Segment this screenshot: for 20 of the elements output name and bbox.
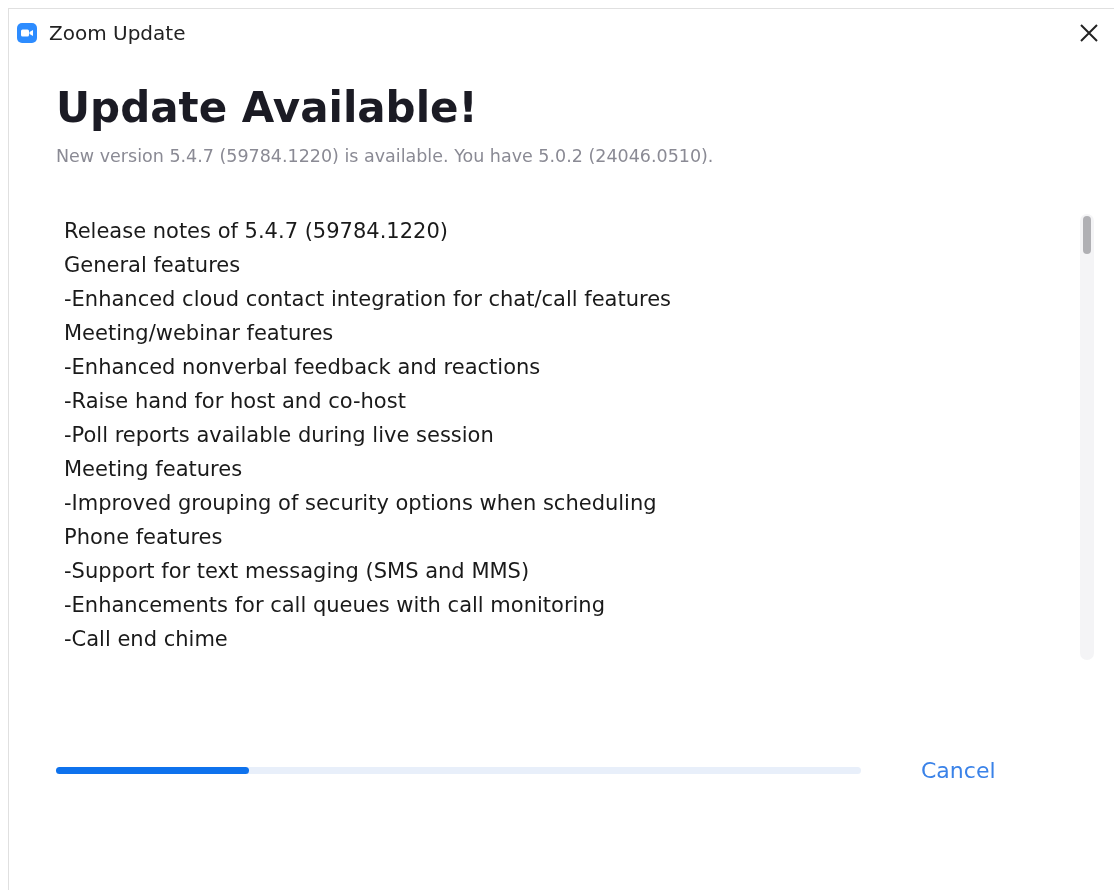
release-note-line: Release notes of 5.4.7 (59784.1220) xyxy=(63,218,449,245)
release-note-line: -Enhancements for call queues with call monitoring xyxy=(63,592,606,619)
app-icon xyxy=(17,23,37,43)
release-note-line: -Raise hand for host and co-host xyxy=(63,388,407,415)
release-note-line: General features xyxy=(63,252,242,279)
release-note-line: -Improved grouping of security options when scheduling xyxy=(63,490,658,517)
window-title: Zoom Update xyxy=(49,21,187,45)
release-note-line: -Enhanced cloud contact integration for chat/call features xyxy=(63,286,673,313)
scrollbar[interactable] xyxy=(1080,214,1094,660)
release-note-line: Phone features xyxy=(63,524,224,551)
release-note-line: -Support for text messaging (SMS and MMS) xyxy=(63,558,531,585)
cancel-button[interactable]: Cancel xyxy=(921,758,996,783)
release-note-line: -Call end chime xyxy=(63,626,229,653)
release-note-line: -Poll reports available during live session xyxy=(63,422,495,449)
close-icon[interactable] xyxy=(1078,22,1100,44)
heading: Update Available! xyxy=(56,83,479,132)
release-note-line: Meeting features xyxy=(63,456,244,483)
release-note-line: Meeting/webinar features xyxy=(63,320,335,347)
release-note-line: -Enhanced nonverbal feedback and reactions xyxy=(63,354,542,381)
version-text: New version 5.4.7 (59784.1220) is available. You have 5.0.2 (24046.0510). xyxy=(56,146,715,166)
